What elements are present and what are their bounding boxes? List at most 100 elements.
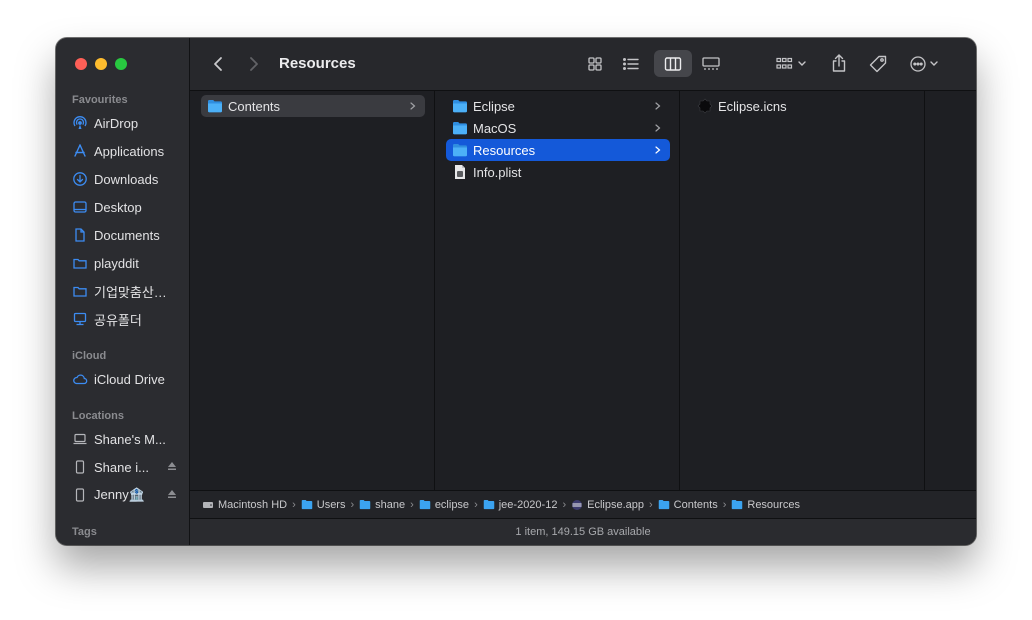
path-item-macintosh-hd[interactable]: Macintosh HD <box>202 499 287 511</box>
sidebar-item-shane-iphone[interactable]: Shane i... <box>72 456 184 478</box>
list-item[interactable]: MacOS <box>446 117 670 139</box>
folder-icon <box>483 499 495 511</box>
sidebar-item-label: 공유폴더 <box>94 312 142 328</box>
downloads-icon <box>72 171 88 187</box>
tag-button[interactable] <box>866 51 890 77</box>
item-label: Contents <box>228 98 281 114</box>
columns-icon <box>664 56 682 71</box>
folder-icon <box>359 499 371 511</box>
path-item-label: eclipse <box>434 498 470 511</box>
share-button[interactable] <box>828 50 850 76</box>
path-item-resources[interactable]: Resources <box>731 499 800 511</box>
path-item-eclipse-app[interactable]: Eclipse.app <box>571 499 644 511</box>
more-actions-button[interactable] <box>906 51 946 77</box>
path-separator: › <box>410 498 414 511</box>
minimize-window-button[interactable] <box>95 58 107 70</box>
sidebar-item-playddit[interactable]: playddit <box>72 252 184 274</box>
sidebar-item-label: Jenny🏦 <box>94 487 145 502</box>
zoom-window-button[interactable] <box>115 58 127 70</box>
item-label: MacOS <box>473 120 517 136</box>
folder-icon <box>72 283 88 299</box>
sidebar-item-airdrop[interactable]: AirDrop <box>72 112 184 134</box>
sidebar-item-label: Downloads <box>94 171 159 187</box>
path-item-shane[interactable]: shane <box>359 499 405 511</box>
sidebar-item-label: Applications <box>94 143 165 159</box>
cloud-icon <box>72 371 88 387</box>
finder-window: Favourites AirDrop Applications Download… <box>56 38 976 545</box>
sidebar-item-jenny[interactable]: Jenny🏦 <box>72 484 184 506</box>
path-item-label: shane <box>375 498 406 511</box>
folder-icon <box>452 142 468 158</box>
laptop-icon <box>72 431 88 447</box>
sidebar-item-desktop[interactable]: Desktop <box>72 196 184 218</box>
path-separator: › <box>474 498 478 511</box>
sidebar-item-downloads[interactable]: Downloads <box>72 168 184 190</box>
sidebar-item-label: AirDrop <box>94 115 139 131</box>
back-button[interactable] <box>208 53 228 75</box>
folder-icon <box>452 120 468 136</box>
gallery-view-button[interactable] <box>698 51 724 77</box>
chevron-right-icon <box>655 124 661 132</box>
list-item[interactable]: Eclipse <box>446 95 670 117</box>
chevron-right-icon <box>655 102 661 110</box>
folder-icon <box>207 98 223 114</box>
path-item-eclipse[interactable]: eclipse <box>419 499 469 511</box>
desktop-icon <box>72 199 88 215</box>
path-item-label: Resources <box>747 498 800 511</box>
list-icon <box>623 58 639 70</box>
sidebar: Favourites AirDrop Applications Download… <box>56 38 190 545</box>
path-item-label: Users <box>316 498 346 511</box>
path-item-users[interactable]: Users <box>301 498 346 511</box>
icon-view-button[interactable] <box>582 51 608 77</box>
eject-icon[interactable] <box>166 488 178 500</box>
sidebar-item-korean-folder[interactable]: 기업맞춤산… <box>72 280 184 302</box>
eject-icon[interactable] <box>166 460 178 472</box>
sidebar-section-tags: Tags <box>72 526 97 538</box>
shared-folder-icon <box>72 311 88 327</box>
sidebar-item-label: playddit <box>94 255 139 271</box>
sidebar-item-shared-folder[interactable]: 공유폴더 <box>72 308 184 330</box>
sidebar-item-shanes-mac[interactable]: Shane's M... <box>72 428 184 450</box>
path-item-contents[interactable]: Contents <box>658 499 718 511</box>
folder-icon <box>72 255 88 271</box>
column-1: Contents <box>190 91 435 490</box>
sidebar-item-icloud-drive[interactable]: iCloud Drive <box>72 368 184 390</box>
path-item-jee[interactable]: jee-2020-12 <box>483 499 557 511</box>
sidebar-section-locations: Locations <box>72 410 124 422</box>
list-item[interactable]: Eclipse.icns <box>691 95 915 117</box>
folder-icon <box>658 499 670 511</box>
sidebar-item-documents[interactable]: Documents <box>72 224 184 246</box>
list-item[interactable]: Contents <box>201 95 425 117</box>
ellipsis-circle-icon <box>910 56 938 72</box>
disk-icon <box>72 459 88 475</box>
disk-icon <box>72 487 88 503</box>
column-2: Eclipse MacOS Resources Info.plist <box>435 91 680 490</box>
sidebar-item-label: Documents <box>94 227 160 243</box>
forward-button[interactable] <box>244 53 264 75</box>
item-label: Eclipse <box>473 98 515 114</box>
folder-icon <box>731 499 743 511</box>
path-separator: › <box>562 498 567 511</box>
item-label: Eclipse.icns <box>718 98 787 114</box>
sidebar-section-favourites: Favourites <box>72 94 128 106</box>
path-separator: › <box>292 498 296 511</box>
sidebar-item-label: iCloud Drive <box>94 371 165 387</box>
path-separator: › <box>722 498 727 511</box>
path-separator: › <box>350 498 355 511</box>
group-button[interactable] <box>772 51 812 77</box>
list-item-selected[interactable]: Resources <box>446 139 670 161</box>
chevron-right-icon <box>410 102 416 110</box>
chevron-left-icon <box>214 57 222 71</box>
sidebar-item-label: 기업맞춤산… <box>94 284 167 300</box>
list-item[interactable]: Info.plist <box>446 161 670 183</box>
list-view-button[interactable] <box>618 51 644 77</box>
applications-icon <box>72 143 88 159</box>
grid-icon <box>588 57 602 71</box>
sidebar-item-label: Desktop <box>94 199 142 215</box>
toolbar: Resources <box>190 38 976 91</box>
airdrop-icon <box>72 115 88 131</box>
close-window-button[interactable] <box>75 58 87 70</box>
documents-icon <box>72 227 88 243</box>
column-view-button[interactable] <box>654 50 692 77</box>
sidebar-item-applications[interactable]: Applications <box>72 140 184 162</box>
